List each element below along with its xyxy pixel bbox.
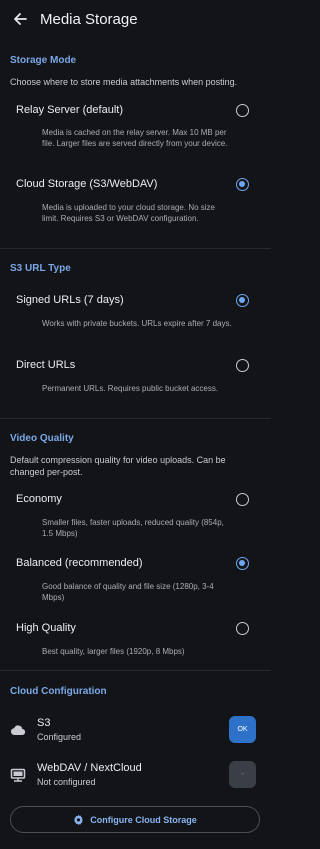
radio-economy[interactable]	[236, 493, 249, 506]
option-relay-server[interactable]: Relay Server (default) Media is cached o…	[0, 98, 271, 164]
cloud-icon	[10, 725, 26, 736]
radio-relay-server[interactable]	[236, 104, 249, 117]
back-button[interactable]	[1, 0, 39, 38]
radio-balanced[interactable]	[236, 557, 249, 570]
cloud-item-status: Configured	[37, 732, 82, 742]
section-title-s3-url-type: S3 URL Type	[10, 263, 71, 274]
option-label: Cloud Storage (S3/WebDAV)	[16, 178, 158, 190]
cloud-item-name: S3	[37, 717, 51, 729]
divider	[0, 418, 271, 419]
section-desc-video-quality: Default compression quality for video up…	[10, 455, 226, 477]
divider	[0, 248, 271, 249]
section-title-video-quality: Video Quality	[10, 433, 74, 444]
radio-direct-urls[interactable]	[236, 359, 249, 372]
status-badge-ok[interactable]: OK	[229, 716, 256, 743]
option-description: Smaller files, faster uploads, reduced q…	[42, 518, 224, 538]
cloud-item-name: WebDAV / NextCloud	[37, 762, 142, 774]
radio-signed-urls[interactable]	[236, 294, 249, 307]
status-badge-none[interactable]: -	[229, 761, 256, 788]
app-bar: Media Storage	[0, 0, 271, 38]
option-description: Good balance of quality and file size (1…	[42, 582, 214, 602]
section-title-cloud-configuration: Cloud Configuration	[10, 686, 107, 697]
section-desc-storage-mode: Choose where to store media attachments …	[10, 77, 238, 87]
option-direct-urls[interactable]: Direct URLs Permanent URLs. Requires pub…	[0, 352, 271, 408]
divider	[0, 670, 271, 671]
option-label: High Quality	[16, 622, 76, 634]
option-label: Direct URLs	[16, 359, 76, 371]
option-label: Balanced (recommended)	[16, 557, 143, 569]
cloud-item-status: Not configured	[37, 777, 96, 787]
radio-cloud-storage[interactable]	[236, 178, 249, 191]
arrow-left-icon	[14, 13, 27, 25]
option-label: Signed URLs (7 days)	[16, 294, 124, 306]
option-description: Works with private buckets. URLs expire …	[42, 319, 232, 328]
section-title-storage-mode: Storage Mode	[10, 55, 77, 66]
option-description: Media is cached on the relay server. Max…	[42, 128, 228, 148]
option-balanced[interactable]: Balanced (recommended) Good balance of q…	[0, 551, 271, 607]
option-description: Best quality, larger files (1920p, 8 Mbp…	[42, 647, 185, 656]
configure-cloud-storage-button[interactable]: Configure Cloud Storage	[10, 806, 260, 833]
option-description: Permanent URLs. Requires public bucket a…	[42, 384, 219, 393]
option-description: Media is uploaded to your cloud storage.…	[42, 203, 215, 223]
cloud-item-webdav[interactable]: WebDAV / NextCloud Not configured -	[0, 756, 271, 796]
option-label: Relay Server (default)	[16, 104, 123, 116]
option-high-quality[interactable]: High Quality Best quality, larger files …	[0, 616, 271, 660]
option-cloud-storage[interactable]: Cloud Storage (S3/WebDAV) Media is uploa…	[0, 172, 271, 238]
cloud-item-s3[interactable]: S3 Configured OK	[0, 710, 271, 750]
option-signed-urls[interactable]: Signed URLs (7 days) Works with private …	[0, 287, 271, 343]
configure-button-label: Configure Cloud Storage	[90, 814, 197, 825]
gear-icon	[74, 814, 84, 825]
radio-high-quality[interactable]	[236, 622, 249, 635]
option-economy[interactable]: Economy Smaller files, faster uploads, r…	[0, 486, 271, 542]
server-icon	[10, 768, 26, 782]
page-title: Media Storage	[40, 10, 138, 28]
option-label: Economy	[16, 493, 62, 505]
